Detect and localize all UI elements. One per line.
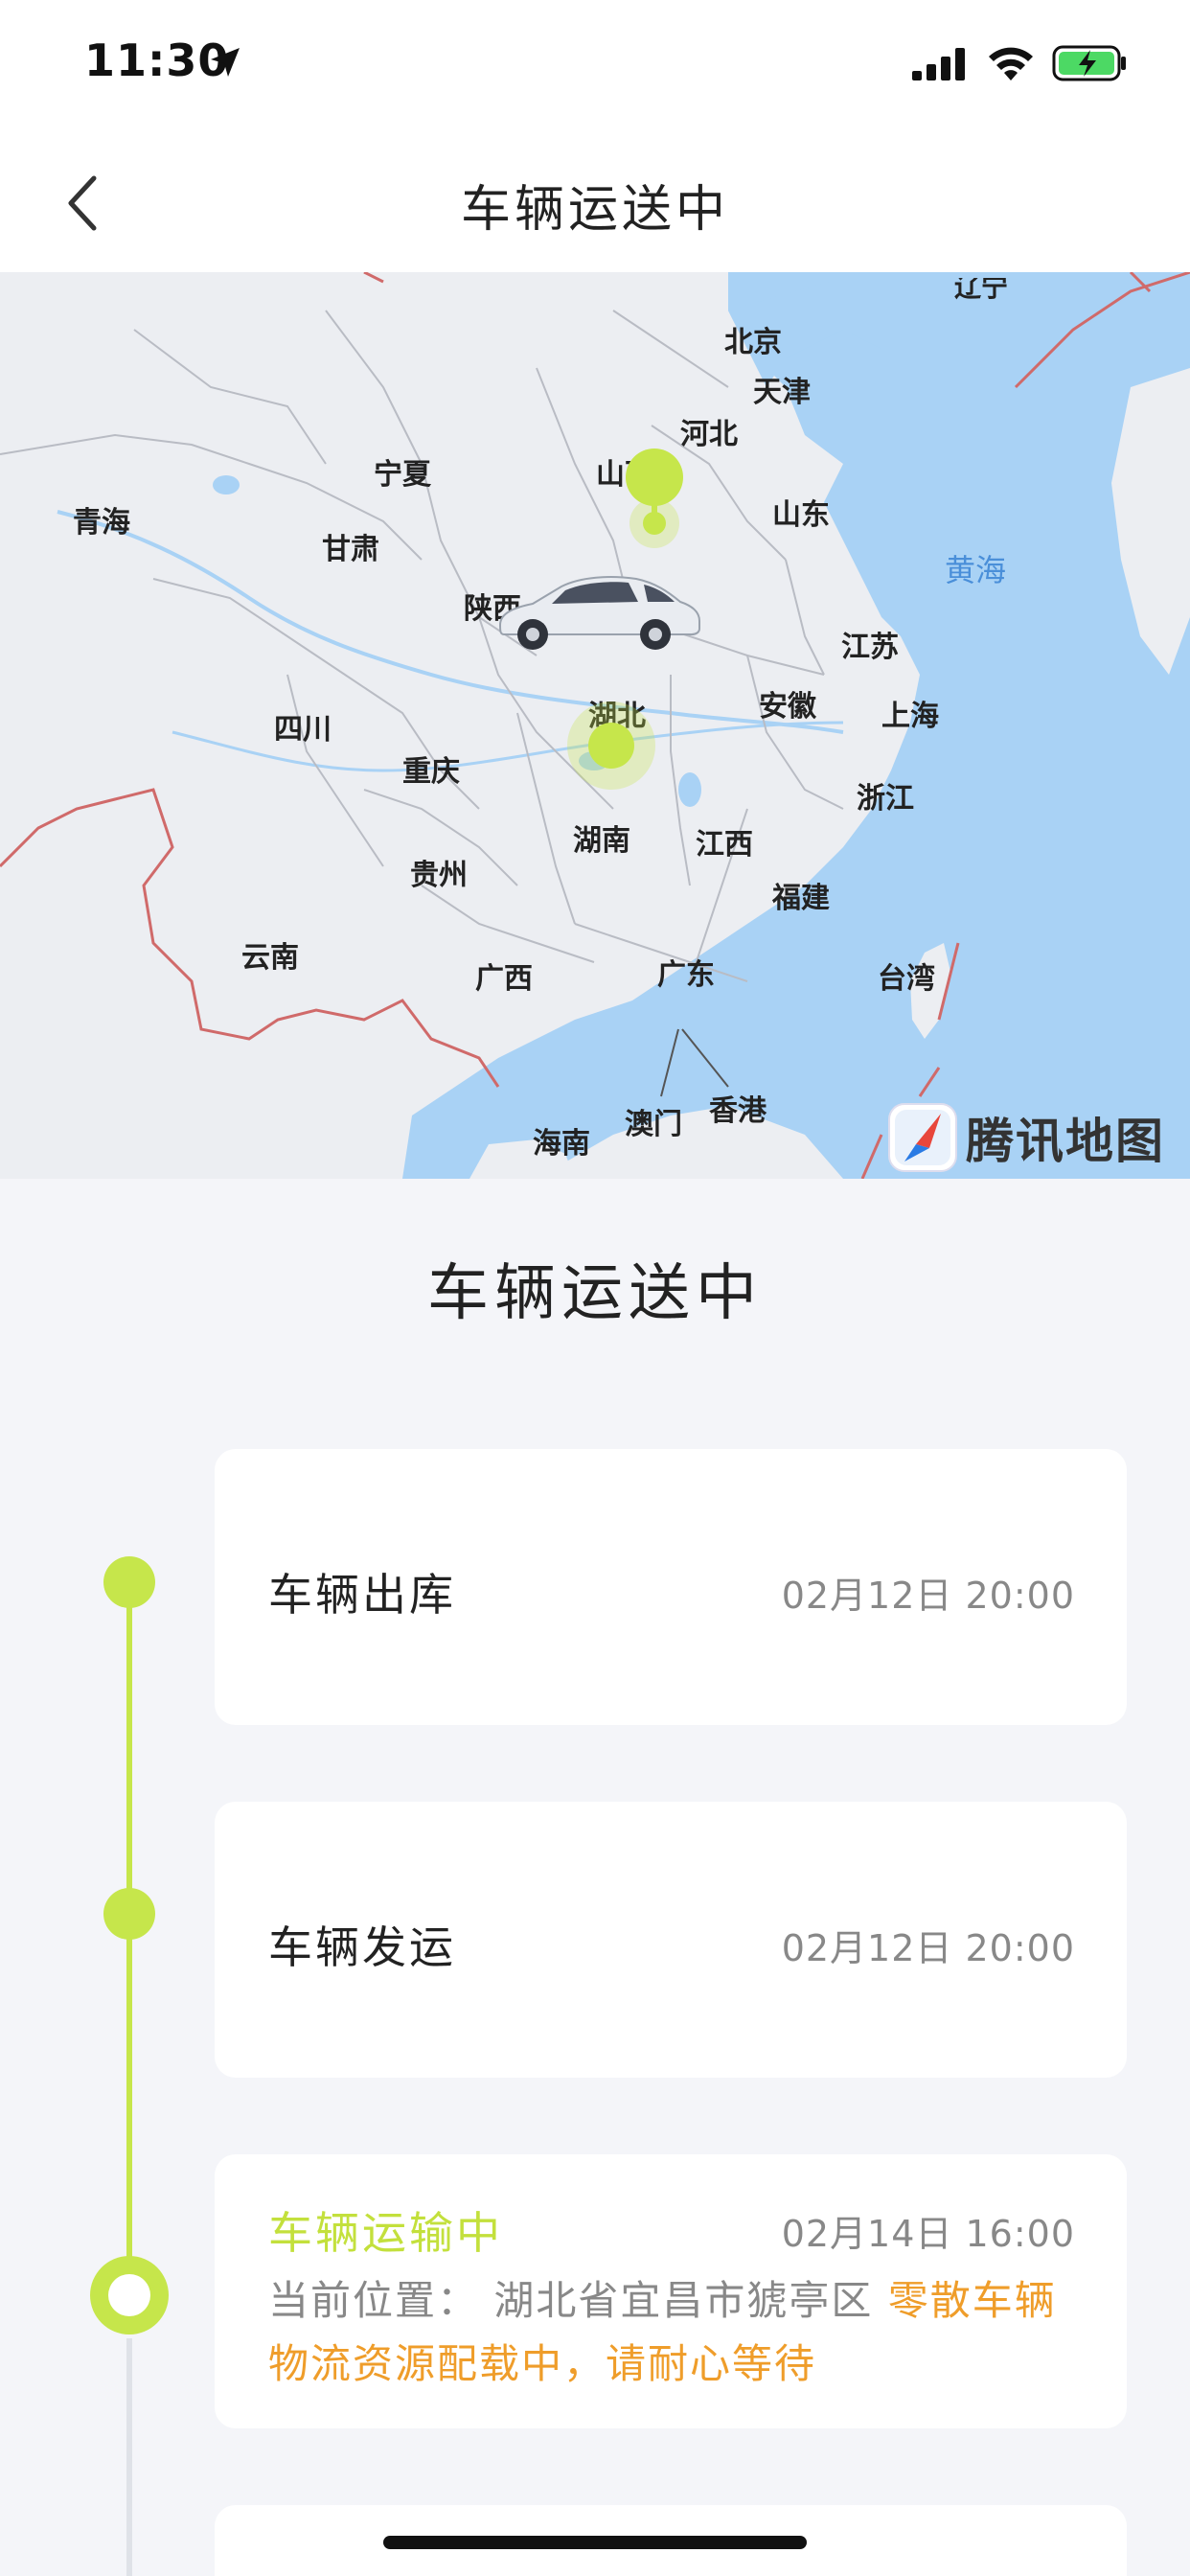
timeline-card-time: 02月12日 20:00 xyxy=(781,1575,1075,1617)
timeline-card-outbound: 车辆出库 02月12日 20:00 xyxy=(215,1449,1127,1725)
map-label-hainan: 海南 xyxy=(533,1127,590,1161)
map-label-taiwan: 台湾 xyxy=(878,962,935,996)
wifi-icon xyxy=(989,47,1033,80)
map-label-shandong: 山东 xyxy=(772,498,830,532)
nav-bar: 车辆运送中 xyxy=(0,126,1190,272)
location-value: 湖北省宜昌市猇亭区 xyxy=(493,2277,874,2324)
map-label-aomen: 澳门 xyxy=(625,1108,682,1141)
map-label-guangdong: 广东 xyxy=(657,958,715,992)
map-label-guangxi: 广西 xyxy=(475,962,533,996)
map-label-huanghai: 黄海 xyxy=(945,552,1007,588)
map-label-jiangxi: 江西 xyxy=(696,828,753,862)
map-label-qinghai: 青海 xyxy=(73,506,130,540)
map-label-tianjin: 天津 xyxy=(753,376,811,409)
timeline-card-time: 02月14日 16:00 xyxy=(781,2213,1075,2255)
timeline-line-completed xyxy=(126,1581,132,2310)
cellular-signal-icon xyxy=(912,48,965,80)
map-label-yunnan: 云南 xyxy=(241,941,299,975)
timeline-card-time: 02月12日 20:00 xyxy=(781,1927,1075,1969)
map-label-xianggang: 香港 xyxy=(709,1094,767,1128)
timeline-card-dispatched: 车辆发运 02月12日 20:00 xyxy=(215,1802,1127,2078)
battery-charging-icon xyxy=(1052,45,1126,81)
map-label-shanghai: 上海 xyxy=(881,700,939,733)
status-heading: 车辆运送中 xyxy=(427,1258,763,1329)
timeline-dot-dispatched xyxy=(103,1888,155,1940)
current-position-dot xyxy=(567,702,655,790)
map-label-guizhou: 贵州 xyxy=(410,859,468,892)
status-time: 11:30 xyxy=(84,34,230,86)
timeline-dot-outbound xyxy=(103,1556,155,1608)
timeline-card-title: 车辆发运 xyxy=(268,1921,456,1973)
map-label-anhui: 安徽 xyxy=(759,690,816,724)
map-label-zhejiang: 浙江 xyxy=(857,782,914,816)
map-label-ningxia: 宁夏 xyxy=(374,458,431,492)
origin-pin-icon xyxy=(626,448,683,548)
map-label-fujian: 福建 xyxy=(772,882,830,915)
current-location-text: 当前位置： 湖北省宜昌市猇亭区 零散车辆物流资源配载中，请耐心等待 xyxy=(268,2269,1092,2396)
timeline-card-title: 车辆运输中 xyxy=(268,2207,503,2259)
home-indicator xyxy=(383,2536,807,2549)
location-label: 当前位置： xyxy=(268,2277,480,2324)
location-arrow-icon xyxy=(211,48,240,77)
timeline-dot-current xyxy=(90,2256,169,2334)
timeline-card-title: 车辆出库 xyxy=(268,1569,456,1621)
map-label-beijing: 北京 xyxy=(724,326,782,359)
status-bar: 11:30 xyxy=(0,0,1190,126)
map-label-sichuan: 四川 xyxy=(274,713,332,747)
car-icon xyxy=(498,576,700,650)
map-label-jiangsu: 江苏 xyxy=(841,631,899,664)
timeline-line-pending xyxy=(126,2338,132,2576)
map-provider-logo: 腾讯地图 xyxy=(887,1102,1165,1173)
map-label-hunan: 湖南 xyxy=(573,824,630,858)
page-title: 车辆运送中 xyxy=(460,181,729,239)
map-label-chongqing: 重庆 xyxy=(402,755,460,789)
map-label-gansu: 甘肃 xyxy=(322,533,379,566)
map-logo-text: 腾讯地图 xyxy=(966,1114,1165,1169)
timeline-card-in-transit: 车辆运输中 02月14日 16:00 当前位置： 湖北省宜昌市猇亭区 零散车辆物… xyxy=(215,2154,1127,2428)
tencent-map-logo-icon xyxy=(888,1103,957,1172)
map-view[interactable]: 辽宁 北京 天津 河北 山西 山东 宁夏 青海 甘肃 黄海 陕西 江苏 安徽 上… xyxy=(0,272,1190,1179)
